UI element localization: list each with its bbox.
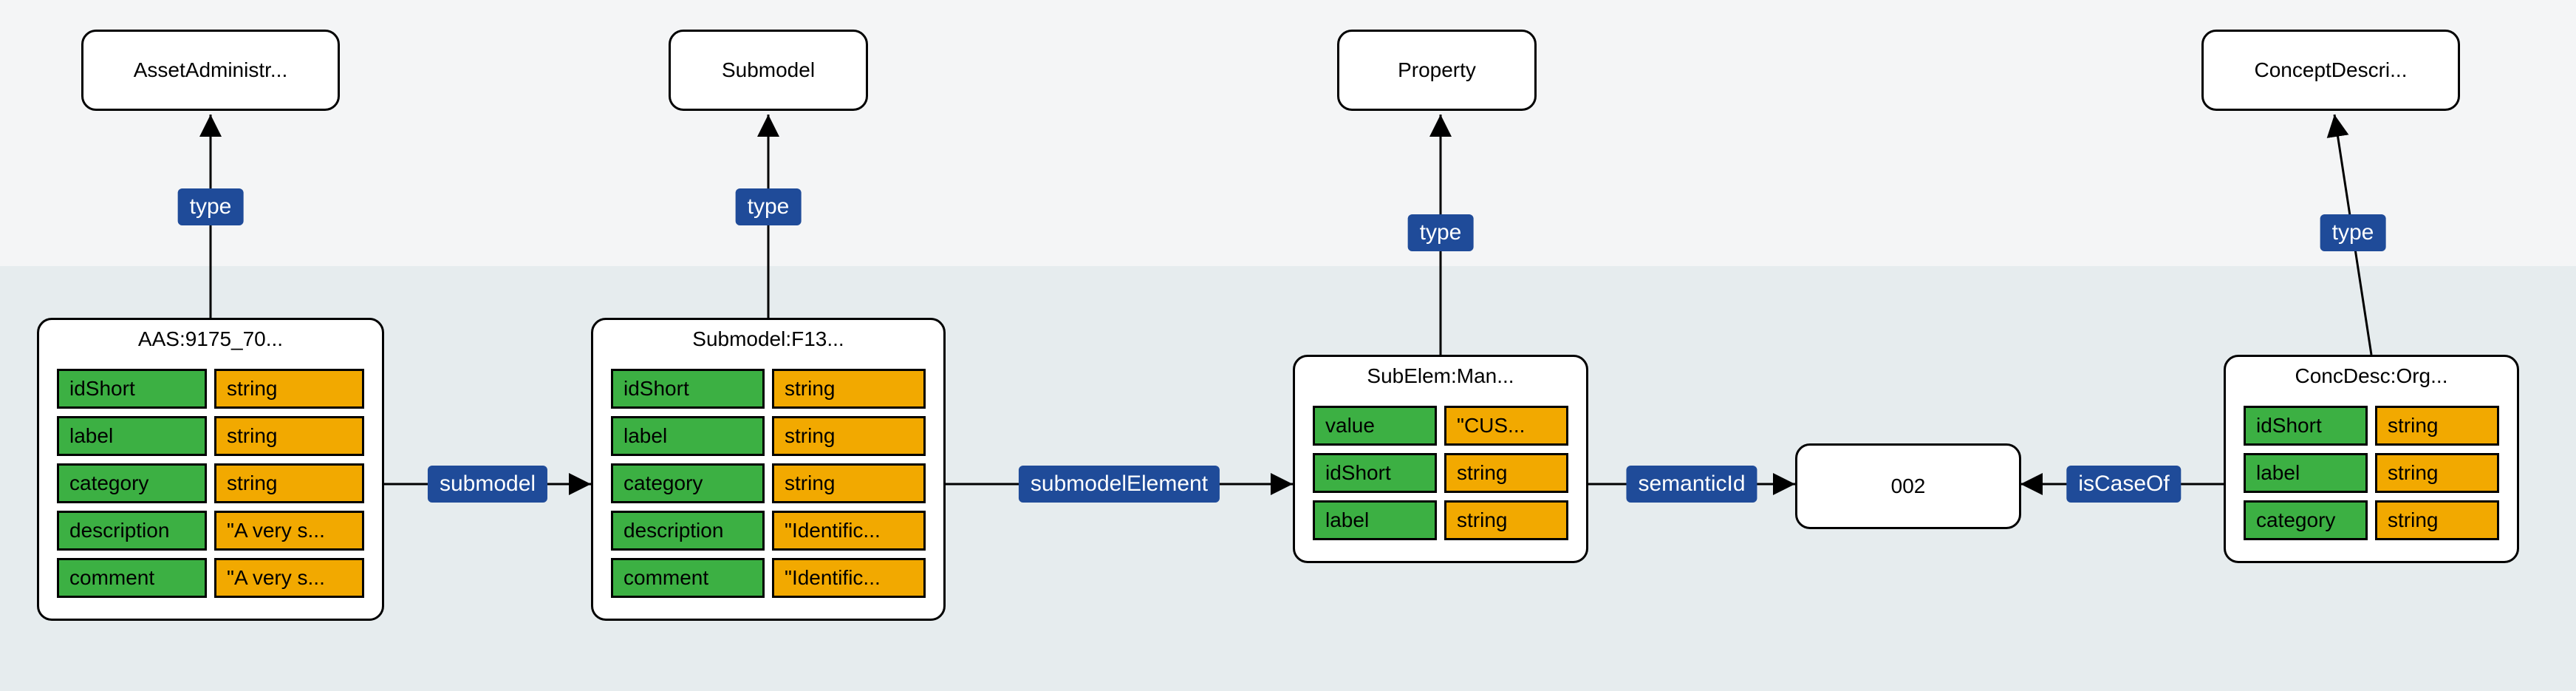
table-row: idShortstring	[57, 369, 364, 409]
prop-key: label	[2244, 453, 2368, 493]
table-row: description"Identific...	[611, 511, 926, 551]
table-row: labelstring	[57, 416, 364, 456]
instance-node-submodel[interactable]: Submodel:F13... idShortstring labelstrin…	[591, 318, 946, 621]
prop-key: idShort	[611, 369, 765, 409]
prop-key: description	[57, 511, 207, 551]
type-label: Property	[1398, 58, 1476, 82]
instance-node-concept-description[interactable]: ConcDesc:Org... idShortstring labelstrin…	[2224, 355, 2519, 563]
type-node-concept-description[interactable]: ConceptDescri...	[2201, 30, 2460, 111]
edge-label-submodel: submodel	[428, 466, 547, 503]
instance-node-002[interactable]: 002	[1795, 443, 2021, 529]
property-table: idShortstring labelstring categorystring	[2236, 398, 2507, 548]
table-row: categorystring	[611, 463, 926, 503]
prop-val: "CUS...	[1444, 406, 1568, 446]
prop-val: string	[2375, 406, 2499, 446]
prop-key: category	[2244, 500, 2368, 540]
prop-key: label	[57, 416, 207, 456]
prop-val: string	[772, 416, 926, 456]
type-node-asset-administration-shell[interactable]: AssetAdministr...	[81, 30, 340, 111]
edge-label-type: type	[1408, 214, 1474, 251]
prop-key: label	[1313, 500, 1437, 540]
edge-label-type: type	[178, 188, 244, 225]
prop-key: comment	[57, 558, 207, 598]
prop-val: "A very s...	[214, 558, 364, 598]
prop-val: string	[1444, 453, 1568, 493]
prop-key: idShort	[2244, 406, 2368, 446]
property-table: idShortstring labelstring categorystring…	[49, 361, 372, 605]
prop-val: "Identific...	[772, 558, 926, 598]
prop-val: string	[772, 463, 926, 503]
property-table: idShortstring labelstring categorystring…	[604, 361, 933, 605]
prop-val: string	[1444, 500, 1568, 540]
table-row: comment"A very s...	[57, 558, 364, 598]
prop-val: string	[772, 369, 926, 409]
edge-label-type: type	[736, 188, 802, 225]
instance-title: ConcDesc:Org...	[2236, 357, 2507, 398]
instance-node-property[interactable]: SubElem:Man... value"CUS... idShortstrin…	[1293, 355, 1588, 563]
table-row: idShortstring	[1313, 453, 1568, 493]
prop-key: value	[1313, 406, 1437, 446]
property-table: value"CUS... idShortstring labelstring	[1305, 398, 1576, 548]
type-label: Submodel	[722, 58, 815, 82]
instance-title: AAS:9175_70...	[49, 320, 372, 361]
prop-key: category	[57, 463, 207, 503]
instance-title: Submodel:F13...	[604, 320, 933, 361]
edge-label-semantic-id: semanticId	[1626, 466, 1757, 503]
table-row: idShortstring	[2244, 406, 2499, 446]
table-row: description"A very s...	[57, 511, 364, 551]
table-row: categorystring	[57, 463, 364, 503]
type-label: ConceptDescri...	[2255, 58, 2408, 82]
prop-key: description	[611, 511, 765, 551]
graph-diagram: AssetAdministr... Submodel Property Conc…	[0, 0, 2576, 691]
prop-val: string	[214, 463, 364, 503]
edge-label-type: type	[2320, 214, 2386, 251]
prop-val: "A very s...	[214, 511, 364, 551]
type-node-submodel[interactable]: Submodel	[669, 30, 868, 111]
table-row: categorystring	[2244, 500, 2499, 540]
prop-key: category	[611, 463, 765, 503]
prop-key: comment	[611, 558, 765, 598]
type-label: AssetAdministr...	[134, 58, 288, 82]
table-row: value"CUS...	[1313, 406, 1568, 446]
instance-node-aas[interactable]: AAS:9175_70... idShortstring labelstring…	[37, 318, 384, 621]
table-row: labelstring	[1313, 500, 1568, 540]
connectors-layer	[0, 0, 2576, 691]
table-row: labelstring	[2244, 453, 2499, 493]
prop-val: "Identific...	[772, 511, 926, 551]
table-row: labelstring	[611, 416, 926, 456]
prop-val: string	[2375, 453, 2499, 493]
prop-key: idShort	[57, 369, 207, 409]
prop-key: label	[611, 416, 765, 456]
table-row: idShortstring	[611, 369, 926, 409]
edge-label-is-case-of: isCaseOf	[2066, 466, 2181, 503]
node-label: 002	[1891, 474, 1926, 498]
type-node-property[interactable]: Property	[1337, 30, 1537, 111]
prop-key: idShort	[1313, 453, 1437, 493]
edge-label-submodel-element: submodelElement	[1019, 466, 1220, 503]
prop-val: string	[214, 369, 364, 409]
prop-val: string	[214, 416, 364, 456]
table-row: comment"Identific...	[611, 558, 926, 598]
instance-title: SubElem:Man...	[1305, 357, 1576, 398]
prop-val: string	[2375, 500, 2499, 540]
